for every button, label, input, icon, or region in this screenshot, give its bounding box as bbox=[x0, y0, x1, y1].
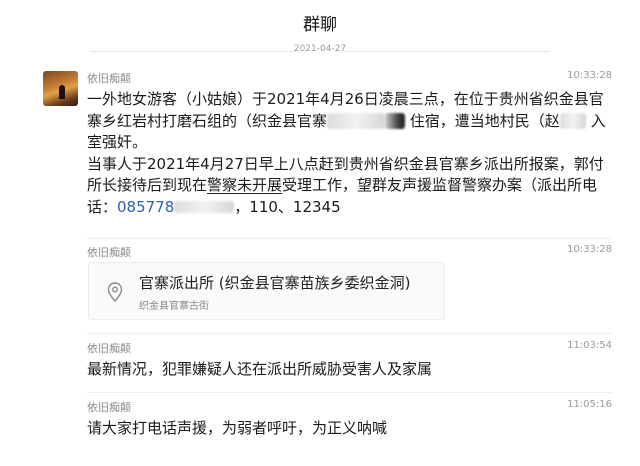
chat-message: 依旧痴颠 11:05:16 请大家打电话声援，为弱者呼吁，为正义呐喊 bbox=[87, 399, 612, 440]
location-name: 官寨派出所 (织金县官寨苗族乡委织金洞) bbox=[139, 274, 411, 292]
location-card[interactable]: 官寨派出所 (织金县官寨苗族乡委织金洞) 织金县官寨古街 bbox=[88, 262, 445, 320]
sender-name[interactable]: 依旧痴颠 bbox=[87, 70, 131, 86]
location-pin-icon bbox=[107, 282, 123, 302]
date-divider-label: 2021-04-27 bbox=[293, 44, 347, 54]
redacted-blur bbox=[385, 113, 406, 129]
message-time: 10:33:28 bbox=[567, 70, 612, 81]
redacted-blur bbox=[559, 113, 586, 129]
message-time: 11:03:54 bbox=[567, 340, 612, 351]
message-text: 一外地女游客（小姑娘）于2021年4月26日凌晨三点，在位于贵州省织金县官寨乡红… bbox=[87, 90, 606, 216]
phone-number-link[interactable]: 085778 bbox=[117, 198, 174, 216]
sender-name[interactable]: 依旧痴颠 bbox=[87, 244, 131, 260]
message-text: 请大家打电话声援，为弱者呼吁，为正义呐喊 bbox=[87, 419, 388, 437]
chat-message: 依旧痴颠 11:03:54 最新情况，犯罪嫌疑人还在派出所威胁受害人及家属 bbox=[87, 340, 612, 381]
message-time: 11:05:16 bbox=[567, 399, 612, 410]
message-separator bbox=[87, 333, 612, 334]
redacted-blur bbox=[327, 113, 386, 129]
divider-line-right bbox=[345, 51, 550, 52]
date-divider: 2021-04-27 bbox=[0, 44, 640, 58]
message-text: 最新情况，犯罪嫌疑人还在派出所威胁受害人及家属 bbox=[87, 360, 433, 378]
location-address: 织金县官寨古街 bbox=[139, 301, 209, 312]
chat-message: 依旧痴颠 10:33:28 bbox=[87, 244, 612, 259]
redacted-blur bbox=[174, 201, 235, 213]
sender-name[interactable]: 依旧痴颠 bbox=[87, 340, 131, 356]
sender-name[interactable]: 依旧痴颠 bbox=[87, 399, 131, 415]
avatar[interactable] bbox=[43, 71, 78, 106]
message-time: 10:33:28 bbox=[567, 244, 612, 255]
chat-message: 依旧痴颠 10:33:28 一外地女游客（小姑娘）于2021年4月26日凌晨三点… bbox=[87, 70, 612, 218]
chat-title: 群聊 bbox=[303, 15, 337, 35]
message-separator bbox=[87, 238, 612, 239]
message-separator bbox=[87, 392, 612, 393]
